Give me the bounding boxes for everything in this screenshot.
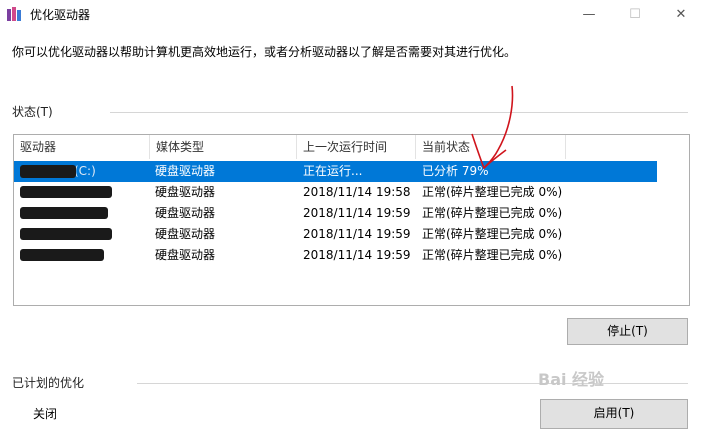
drive-name: (C:)	[74, 164, 96, 178]
table-row[interactable]: (C:) 硬盘驱动器 正在运行... 已分析 79%	[14, 161, 657, 182]
scheduled-divider	[137, 383, 688, 384]
media-type: 硬盘驱动器	[155, 248, 216, 262]
media-type: 硬盘驱动器	[155, 206, 216, 220]
column-header-drive[interactable]: 驱动器	[14, 135, 150, 159]
title-bar: 优化驱动器 — ☐ ✕	[0, 0, 704, 28]
window-title: 优化驱动器	[30, 8, 91, 22]
column-header-last-run[interactable]: 上一次运行时间	[297, 135, 416, 159]
table-row[interactable]: 硬盘驱动器 2018/11/14 19:59 正常(碎片整理已完成 0%)	[14, 245, 657, 266]
last-run-time: 2018/11/14 19:59	[303, 227, 411, 241]
current-status: 正常(碎片整理已完成 0%)	[422, 227, 563, 241]
current-status: 正常(碎片整理已完成 0%)	[422, 185, 563, 199]
minimize-button[interactable]: —	[566, 0, 612, 28]
last-run-time: 2018/11/14 19:59	[303, 206, 411, 220]
annotation-arrow-icon	[471, 85, 514, 170]
close-button[interactable]: ✕	[658, 0, 704, 28]
last-run-time: 正在运行...	[303, 164, 363, 178]
watermark: Bai 经验	[538, 370, 605, 389]
stop-button[interactable]: 停止(T)	[567, 318, 688, 345]
table-row[interactable]: 硬盘驱动器 2018/11/14 19:59 正常(碎片整理已完成 0%)	[14, 203, 657, 224]
redaction-scribble	[20, 207, 108, 219]
status-section-label: 状态(T)	[12, 105, 53, 119]
status-divider	[110, 112, 688, 113]
defrag-app-icon	[7, 7, 21, 21]
current-status: 正常(碎片整理已完成 0%)	[422, 206, 563, 220]
redaction-scribble	[20, 165, 76, 178]
media-type: 硬盘驱动器	[155, 185, 216, 199]
drive-list[interactable]: 驱动器 媒体类型 上一次运行时间 当前状态 (C:) 硬盘驱动器 正在运行...…	[13, 134, 690, 306]
media-type: 硬盘驱动器	[155, 227, 216, 241]
redaction-scribble	[20, 186, 112, 198]
enable-button[interactable]: 启用(T)	[540, 399, 688, 429]
redaction-scribble	[20, 228, 112, 240]
description-text: 你可以优化驱动器以帮助计算机更高效地运行，或者分析驱动器以了解是否需要对其进行优…	[12, 45, 517, 59]
schedule-state: 关闭	[33, 407, 58, 421]
column-header-media-type[interactable]: 媒体类型	[150, 135, 297, 159]
scheduled-section-label: 已计划的优化	[12, 376, 85, 390]
last-run-time: 2018/11/14 19:58	[303, 185, 411, 199]
last-run-time: 2018/11/14 19:59	[303, 248, 411, 262]
media-type: 硬盘驱动器	[155, 164, 216, 178]
redaction-scribble	[20, 249, 104, 261]
maximize-button[interactable]: ☐	[612, 0, 658, 28]
current-status: 正常(碎片整理已完成 0%)	[422, 248, 563, 262]
